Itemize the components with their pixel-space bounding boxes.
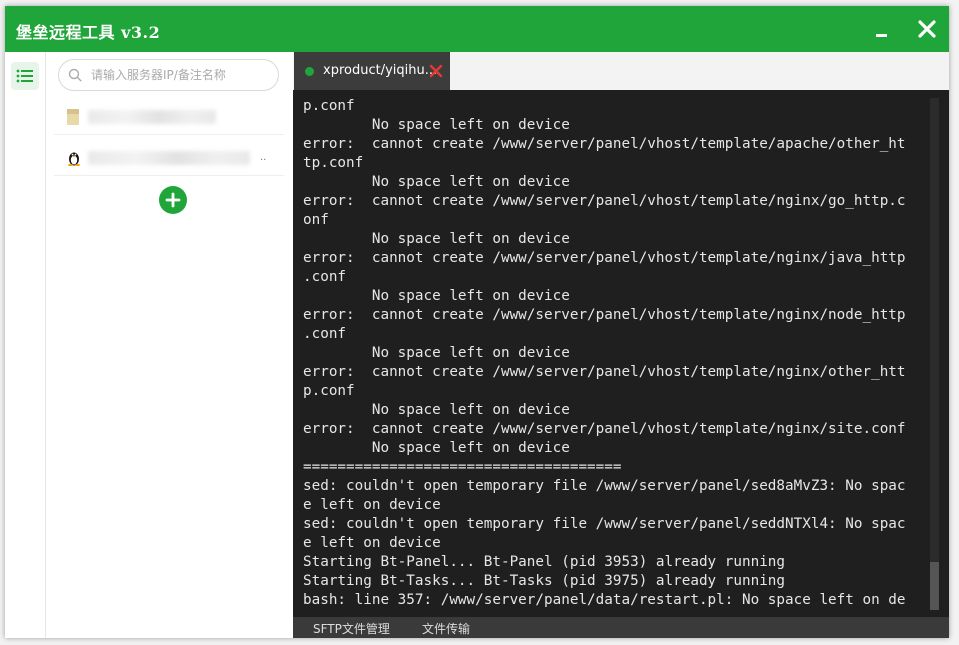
app-title: 堡垒远程工具 v3.2 xyxy=(16,23,161,42)
file-transfer-button[interactable]: 文件传输 xyxy=(422,620,470,637)
server-list-item[interactable]: .. xyxy=(54,141,284,176)
server-name-suffix: .. xyxy=(260,152,267,163)
linux-penguin-icon xyxy=(68,152,80,166)
server-name-redacted xyxy=(88,151,250,165)
terminal-line: e left on device xyxy=(303,535,441,551)
app-window: 堡垒远程工具 v3.2 请输入服务器IP/备注名称 .. xproduct/yi… xyxy=(5,6,949,638)
terminal-line: Starting Bt-Panel... Bt-Panel (pid 3953)… xyxy=(303,554,786,570)
terminal-line: bash: line 357: /www/server/panel/data/r… xyxy=(303,592,906,608)
terminal-line: error: cannot create /www/server/panel/v… xyxy=(303,250,906,266)
terminal-line: error: cannot create /www/server/panel/v… xyxy=(303,307,906,323)
terminal-line: sed: couldn't open temporary file /www/s… xyxy=(303,516,906,532)
minimize-icon xyxy=(876,34,887,37)
terminal-text: p.conf No space left on device error: ca… xyxy=(303,97,906,610)
add-server-button[interactable] xyxy=(159,186,187,214)
close-icon xyxy=(918,20,936,38)
tab-label: xproduct/yiqihu... xyxy=(323,63,438,78)
terminal-line: Starting Bt-Tasks... Bt-Tasks (pid 3975)… xyxy=(303,573,786,589)
search-input[interactable] xyxy=(89,64,273,86)
server-name-redacted xyxy=(88,110,216,124)
search-box[interactable] xyxy=(58,59,279,91)
terminal-line: onf xyxy=(303,212,329,228)
terminal-line: error: cannot create /www/server/panel/v… xyxy=(303,136,906,152)
session-tab-bar: xproduct/yiqihu... xyxy=(293,52,949,91)
terminal-line: tp.conf xyxy=(303,155,364,171)
terminal-scrollbar[interactable] xyxy=(930,98,939,610)
sftp-file-manager-button[interactable]: SFTP文件管理 xyxy=(313,620,390,637)
terminal-line: No space left on device xyxy=(303,288,570,304)
terminal-line: No space left on device xyxy=(303,440,570,456)
terminal-line: e left on device xyxy=(303,497,441,513)
terminal-line: No space left on device xyxy=(303,231,570,247)
terminal-line: ===================================== xyxy=(303,459,622,475)
server-sidebar: .. xyxy=(46,52,294,638)
close-button[interactable] xyxy=(913,15,941,43)
plus-icon xyxy=(165,192,181,208)
terminal-line: error: cannot create /www/server/panel/v… xyxy=(303,193,906,209)
terminal-line: p.conf xyxy=(303,98,355,114)
terminal-area: xproduct/yiqihu... p.conf No space left … xyxy=(293,52,949,638)
terminal-bottom-bar: SFTP文件管理 文件传输 xyxy=(293,617,949,638)
terminal-line: sed: couldn't open temporary file /www/s… xyxy=(303,478,906,494)
terminal-line: p.conf xyxy=(303,383,355,399)
terminal-output[interactable]: p.conf No space left on device error: ca… xyxy=(293,90,949,617)
tab-session[interactable]: xproduct/yiqihu... xyxy=(294,52,450,90)
scrollbar-thumb[interactable] xyxy=(930,562,939,610)
terminal-line: No space left on device xyxy=(303,174,570,190)
terminal-line: No space left on device xyxy=(303,402,570,418)
terminal-line: No space left on device xyxy=(303,345,570,361)
list-menu-icon xyxy=(16,69,33,83)
connected-status-icon xyxy=(305,67,314,76)
terminal-line: error: cannot create /www/server/panel/v… xyxy=(303,364,906,380)
minimize-button[interactable] xyxy=(868,17,894,43)
left-nav-bar xyxy=(5,52,46,638)
terminal-line: .conf xyxy=(303,326,347,342)
terminal-line: No space left on device xyxy=(303,117,570,133)
terminal-line: .conf xyxy=(303,269,347,285)
server-list-toggle[interactable] xyxy=(11,62,39,90)
search-icon xyxy=(68,68,82,82)
title-bar[interactable]: 堡垒远程工具 v3.2 xyxy=(5,6,949,52)
terminal-line: error: cannot create /www/server/panel/v… xyxy=(303,421,906,437)
folder-icon xyxy=(67,109,79,125)
server-list-item[interactable] xyxy=(54,100,284,135)
close-tab-icon[interactable] xyxy=(429,64,443,78)
